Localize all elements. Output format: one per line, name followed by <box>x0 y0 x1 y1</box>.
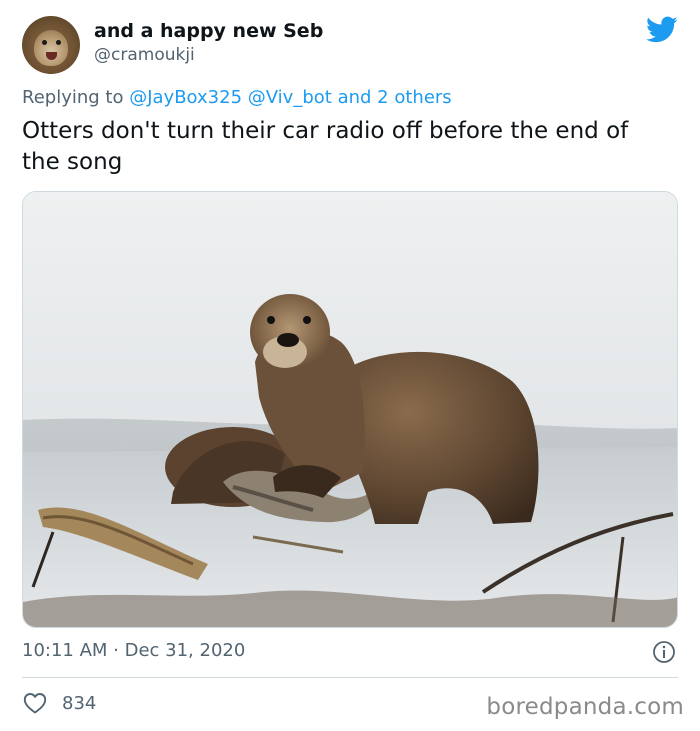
mention-others-link[interactable]: and 2 others <box>338 87 452 108</box>
like-count: 834 <box>62 692 97 714</box>
twitter-bird-icon[interactable] <box>646 16 678 44</box>
like-button[interactable]: 834 <box>22 690 96 716</box>
avatar[interactable] <box>22 16 80 74</box>
author-display-name[interactable]: and a happy new Seb <box>94 20 323 42</box>
replying-to-line: Replying to @JayBox325 @Viv_bot and 2 ot… <box>22 87 452 108</box>
heart-icon <box>23 693 47 714</box>
tweet-photo[interactable] <box>22 191 678 628</box>
avatar-otter-face <box>34 30 68 66</box>
tweet-text: Otters don't turn their car radio off be… <box>22 118 629 175</box>
watermark: boredpanda.com <box>486 694 684 720</box>
divider <box>22 677 678 678</box>
avatar-eye-left <box>42 40 47 45</box>
mention-link-1[interactable]: @JayBox325 <box>129 87 242 108</box>
author-handle[interactable]: @cramoukji <box>94 45 195 65</box>
mention-link-2[interactable]: @Viv_bot <box>248 87 332 108</box>
info-icon[interactable] <box>652 640 676 664</box>
otter-photo-illustration <box>23 192 677 627</box>
tweet-timestamp[interactable]: 10:11 AM · Dec 31, 2020 <box>22 640 245 661</box>
avatar-eye-right <box>56 40 61 45</box>
replying-to-prefix: Replying to <box>22 87 124 108</box>
